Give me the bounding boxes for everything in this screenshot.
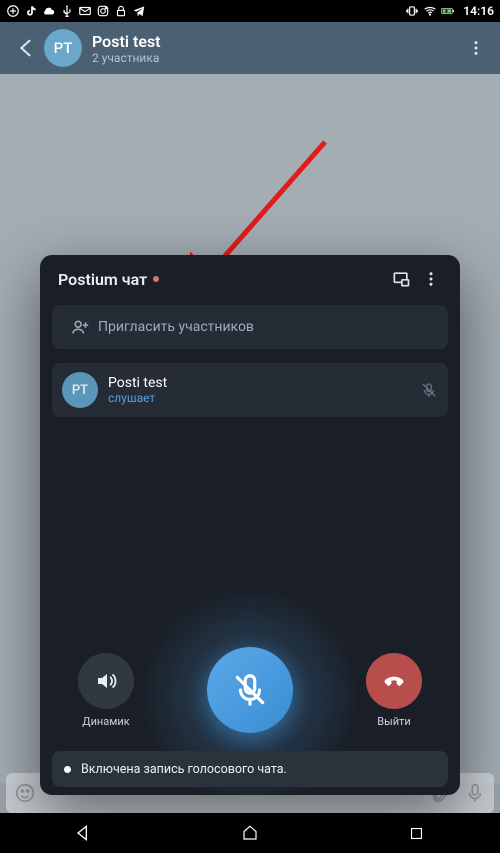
- instagram-icon: [96, 4, 110, 18]
- mic-toggle-button[interactable]: [207, 647, 293, 733]
- mic-icon-compose[interactable]: [464, 782, 486, 804]
- participant-status: слушает: [108, 391, 167, 405]
- invite-label: Пригласить участников: [98, 319, 254, 335]
- voice-chat-header: Postium чат: [40, 255, 460, 299]
- app-icon-1: [6, 4, 20, 18]
- app-icon-tiktok: [24, 4, 38, 18]
- participant-row[interactable]: PT Posti test слушает: [52, 363, 448, 417]
- back-button[interactable]: [10, 37, 40, 59]
- wifi-icon: [423, 4, 437, 18]
- recording-dot-icon: [153, 276, 159, 282]
- speaker-button[interactable]: Динамик: [66, 653, 146, 728]
- mail-icon: [78, 4, 92, 18]
- minimize-button[interactable]: [386, 269, 416, 289]
- invite-participants-button[interactable]: Пригласить участников: [52, 305, 448, 349]
- app-bar: PT Posti test 2 участника: [0, 22, 500, 74]
- leave-label: Выйти: [377, 715, 410, 728]
- header-title: Posti test: [92, 32, 462, 51]
- voice-chat-title: Postium чат: [58, 270, 147, 289]
- nav-back[interactable]: [53, 823, 113, 843]
- usb-icon: [60, 4, 74, 18]
- header-more-button[interactable]: [462, 39, 490, 57]
- recording-banner-text: Включена запись голосового чата.: [81, 762, 287, 777]
- participant-muted-icon: [420, 381, 438, 399]
- header-title-block[interactable]: Posti test 2 участника: [92, 32, 462, 65]
- vibrate-icon: [405, 4, 419, 18]
- status-bar-left: [6, 4, 146, 18]
- emoji-icon[interactable]: [14, 782, 36, 804]
- cloud-icon: [42, 4, 56, 18]
- status-time: 14:16: [463, 4, 494, 18]
- status-bar: 14:16: [0, 0, 500, 22]
- speaker-label: Динамик: [82, 715, 129, 728]
- voice-chat-more-button[interactable]: [416, 270, 446, 288]
- lock-icon: [114, 4, 128, 18]
- header-avatar[interactable]: PT: [44, 29, 82, 67]
- voice-chat-panel: Postium чат Пригласить участников PT Pos…: [40, 255, 460, 795]
- recording-banner-dot-icon: [64, 766, 71, 773]
- participant-name: Posti test: [108, 375, 167, 391]
- header-subtitle: 2 участника: [92, 51, 462, 65]
- android-nav-bar: [0, 813, 500, 853]
- speaker-icon: [94, 669, 118, 693]
- nav-recent[interactable]: [387, 825, 447, 842]
- battery-icon: [441, 4, 455, 18]
- status-bar-right: 14:16: [405, 4, 494, 18]
- telegram-icon: [132, 4, 146, 18]
- nav-home[interactable]: [220, 824, 280, 842]
- participant-avatar: PT: [62, 372, 98, 408]
- hangup-icon: [381, 668, 407, 694]
- recording-banner[interactable]: Включена запись голосового чата.: [52, 751, 448, 787]
- invite-icon: [69, 316, 91, 338]
- mic-muted-icon: [231, 671, 269, 709]
- leave-button[interactable]: Выйти: [354, 653, 434, 728]
